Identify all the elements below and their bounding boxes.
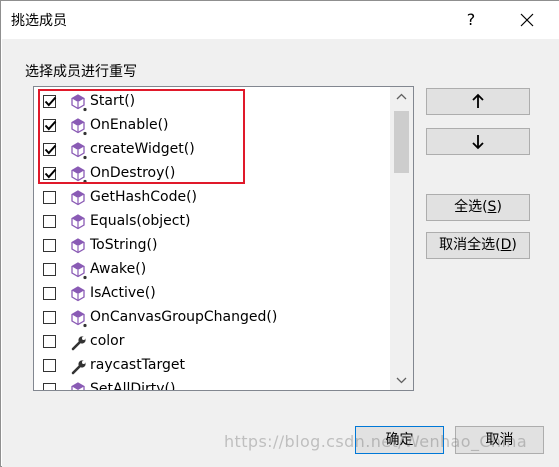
member-label: ToString() (90, 237, 158, 253)
member-group-label: 选择成员进行重写 (25, 64, 137, 80)
member-row[interactable]: OnCanvasGroupChanged() (34, 306, 390, 330)
dialog-title: 挑选成员 (11, 13, 67, 29)
member-row[interactable]: raycastTarget (34, 354, 390, 378)
arrow-up-icon (472, 93, 484, 108)
selection-highlight-box (38, 89, 245, 184)
member-checkbox[interactable] (43, 239, 56, 252)
scroll-thumb[interactable] (394, 111, 409, 173)
member-checkbox[interactable] (43, 263, 56, 276)
member-label: OnCanvasGroupChanged() (90, 309, 278, 325)
vertical-scrollbar[interactable] (390, 87, 413, 390)
property-wrench-icon (69, 333, 89, 353)
close-icon (520, 13, 534, 27)
member-row[interactable]: SetAllDirty() (34, 378, 390, 391)
member-checkbox[interactable] (43, 191, 56, 204)
member-label: raycastTarget (90, 357, 185, 373)
move-up-button[interactable] (426, 88, 530, 115)
method-virtual-icon (69, 261, 89, 281)
member-row[interactable]: ToString() (34, 234, 390, 258)
unselect-all-button[interactable]: 取消全选(D) (426, 232, 530, 259)
watermark-text: https://blog.csdn.net/Wenhao_China (224, 432, 528, 451)
member-checkbox[interactable] (43, 287, 56, 300)
help-button[interactable]: ? (453, 5, 489, 35)
property-wrench-icon (69, 357, 89, 377)
chevron-down-icon (396, 377, 407, 384)
unselect-all-accesskey: D (500, 237, 512, 253)
method-virtual-icon (69, 309, 89, 329)
method-icon (69, 189, 89, 209)
method-icon (69, 285, 89, 305)
method-icon (69, 213, 89, 233)
method-icon (69, 381, 89, 390)
member-row[interactable]: Awake() (34, 258, 390, 282)
arrow-down-icon (472, 135, 484, 150)
member-row[interactable]: GetHashCode() (34, 186, 390, 210)
member-checkbox[interactable] (43, 335, 56, 348)
member-label: SetAllDirty() (90, 381, 176, 391)
method-icon (69, 237, 89, 257)
member-row[interactable]: color (34, 330, 390, 354)
chevron-up-icon (396, 93, 407, 100)
scroll-up-button[interactable] (390, 87, 413, 107)
member-label: GetHashCode() (90, 189, 197, 205)
member-row[interactable]: IsActive() (34, 282, 390, 306)
unselect-all-label: 取消全选 (439, 237, 496, 253)
select-all-label: 全选 (454, 199, 483, 215)
member-label: Awake() (90, 261, 147, 277)
member-checkbox[interactable] (43, 311, 56, 324)
title-bar: 挑选成员 ? (1, 1, 559, 39)
member-label: color (90, 333, 125, 349)
scroll-down-button[interactable] (390, 370, 413, 390)
member-row[interactable]: Equals(object) (34, 210, 390, 234)
member-checkbox[interactable] (43, 383, 56, 390)
member-checkbox[interactable] (43, 359, 56, 372)
move-down-button[interactable] (426, 128, 530, 155)
member-checkbox[interactable] (43, 215, 56, 228)
member-label: IsActive() (90, 285, 156, 301)
select-all-accesskey: S (487, 199, 497, 215)
select-all-button[interactable]: 全选(S) (426, 194, 530, 221)
member-label: Equals(object) (90, 213, 191, 229)
close-button[interactable] (509, 5, 545, 35)
